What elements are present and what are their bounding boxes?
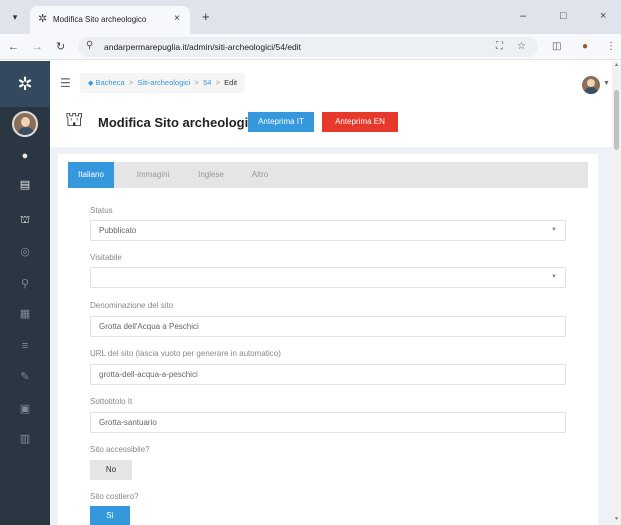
user-avatar[interactable] bbox=[582, 76, 600, 94]
accessibile-toggle[interactable]: No bbox=[90, 460, 132, 480]
chevron-down-icon: ▼ bbox=[551, 227, 557, 233]
breadcrumb-separator: > bbox=[194, 78, 199, 87]
address-bar[interactable]: ⚲ andarpermarepuglia.it/admin/siti-arche… bbox=[78, 37, 538, 57]
tab-italiano[interactable]: Italiano bbox=[68, 162, 114, 188]
sidebar-document-icon[interactable]: ▤ bbox=[0, 178, 50, 192]
sottotitolo-label: Sottotitolo It bbox=[90, 397, 133, 406]
sidebar-compass-icon[interactable]: ◎ bbox=[0, 245, 50, 259]
menu-toggle-icon[interactable]: ☰ bbox=[60, 76, 71, 90]
tab-close-icon[interactable]: × bbox=[174, 13, 180, 25]
forward-icon[interactable]: → bbox=[32, 40, 43, 54]
chevron-down-icon: ▼ bbox=[551, 274, 557, 280]
sidebar-image-icon[interactable]: ▣ bbox=[0, 402, 50, 416]
denominazione-input[interactable]: Grotta dell'Acqua a Peschici bbox=[90, 316, 566, 337]
tab-inglese[interactable]: Inglese bbox=[188, 162, 234, 188]
browser-tab[interactable]: ✲ Modifica Sito archeologico × bbox=[30, 6, 190, 34]
profile-icon[interactable]: ● bbox=[582, 40, 588, 54]
status-select[interactable]: Pubblicato ▼ bbox=[90, 220, 566, 241]
bookmark-star-icon[interactable]: ☆ bbox=[517, 40, 526, 54]
url-input[interactable]: grotta-dell-acqua-a-peschici bbox=[90, 364, 566, 385]
logo-gear-icon[interactable]: ✲ bbox=[0, 61, 50, 107]
breadcrumb-item-bacheca[interactable]: Bacheca bbox=[95, 78, 124, 87]
admin-sidebar: ✲ ● ▤ ⛫ ◎ ⚲ ▦ ≡ ✎ ▣ ▥ bbox=[0, 61, 50, 525]
url-text[interactable]: andarpermarepuglia.it/admin/siti-archeol… bbox=[104, 42, 301, 52]
preview-it-button[interactable]: Anteprima IT bbox=[248, 112, 314, 132]
status-label: Status bbox=[90, 206, 113, 215]
scroll-down-icon[interactable]: ▼ bbox=[612, 516, 621, 522]
user-menu-caret-icon[interactable]: ▼ bbox=[603, 80, 610, 87]
page-title: Modifica Sito archeologico bbox=[98, 115, 264, 130]
url-label: URL del sito (lascia vuoto per generare … bbox=[90, 349, 281, 358]
archaeology-page-icon: ⛫ bbox=[65, 109, 84, 131]
costiero-toggle[interactable]: Sì bbox=[90, 506, 130, 525]
content-topbar: ☰ ◆ Bacheca > Siti-archeologici > 54 > E… bbox=[50, 61, 621, 107]
breadcrumb-separator: > bbox=[215, 78, 220, 87]
site-info-icon[interactable]: ⚲ bbox=[86, 40, 93, 51]
sidebar-file-icon[interactable]: ▥ bbox=[0, 432, 50, 446]
back-icon[interactable]: ← bbox=[8, 40, 19, 54]
translate-icon[interactable]: ⛶ bbox=[496, 40, 503, 54]
denominazione-label: Denominazione del sito bbox=[90, 301, 174, 310]
maximize-icon[interactable]: □ bbox=[560, 9, 567, 23]
sidebar-calendar-icon[interactable]: ▦ bbox=[0, 307, 50, 321]
breadcrumb-item-id[interactable]: 54 bbox=[203, 78, 211, 87]
costiero-label: Sito costiero? bbox=[90, 492, 139, 501]
sottotitolo-input[interactable]: Grotta-santuario bbox=[90, 412, 566, 433]
breadcrumb: ◆ Bacheca > Siti-archeologici > 54 > Edi… bbox=[80, 73, 246, 93]
reload-icon[interactable]: ↻ bbox=[56, 40, 65, 54]
accessibile-label: Sito accessibile? bbox=[90, 445, 150, 454]
scrollbar-thumb[interactable] bbox=[614, 90, 619, 150]
extensions-icon[interactable]: ◫ bbox=[552, 40, 561, 54]
browser-toolbar: ← → ↻ ⚲ andarpermarepuglia.it/admin/siti… bbox=[0, 34, 621, 60]
preview-en-button[interactable]: Anteprima EN bbox=[322, 112, 398, 132]
sidebar-archaeology-icon[interactable]: ⛫ bbox=[0, 213, 50, 227]
menu-dots-icon[interactable]: ⋮ bbox=[606, 40, 616, 54]
tab-immagini[interactable]: Immagini bbox=[128, 162, 178, 188]
scroll-up-icon[interactable]: ▲ bbox=[612, 62, 621, 68]
sidebar-pin-icon[interactable]: ✎ bbox=[0, 370, 50, 384]
breadcrumb-separator: > bbox=[128, 78, 134, 87]
tab-search-chevron-icon[interactable]: ▾ bbox=[8, 10, 22, 24]
breadcrumb-item-siti[interactable]: Siti-archeologici bbox=[137, 78, 190, 87]
new-tab-button[interactable]: + bbox=[202, 10, 210, 24]
status-value: Pubblicato bbox=[99, 226, 137, 235]
sidebar-list-icon[interactable]: ≡ bbox=[0, 339, 50, 353]
browser-tab-strip: ▾ ✲ Modifica Sito archeologico × + – □ × bbox=[0, 0, 621, 34]
sidebar-location-icon[interactable]: ⚲ bbox=[0, 277, 50, 291]
home-icon[interactable]: ◆ bbox=[88, 80, 93, 87]
tab-altro[interactable]: Altro bbox=[242, 162, 278, 188]
visitabile-label: Visitabile bbox=[90, 253, 122, 262]
edit-form-card: Italiano Immagini Inglese Altro Status P… bbox=[58, 154, 598, 525]
language-tabs: Italiano Immagini Inglese Altro bbox=[68, 162, 588, 188]
breadcrumb-item-current: Edit bbox=[224, 78, 238, 87]
favicon-gear-icon: ✲ bbox=[38, 13, 48, 25]
close-window-icon[interactable]: × bbox=[600, 9, 606, 23]
visitabile-select[interactable]: ▼ bbox=[90, 267, 566, 288]
sidebar-dashboard-icon[interactable]: ● bbox=[0, 149, 50, 163]
sidebar-avatar[interactable] bbox=[12, 111, 38, 137]
minimize-icon[interactable]: – bbox=[520, 9, 526, 23]
page-header: ⛫ Modifica Sito archeologico Anteprima I… bbox=[50, 107, 621, 147]
tab-title: Modifica Sito archeologico bbox=[53, 15, 147, 24]
